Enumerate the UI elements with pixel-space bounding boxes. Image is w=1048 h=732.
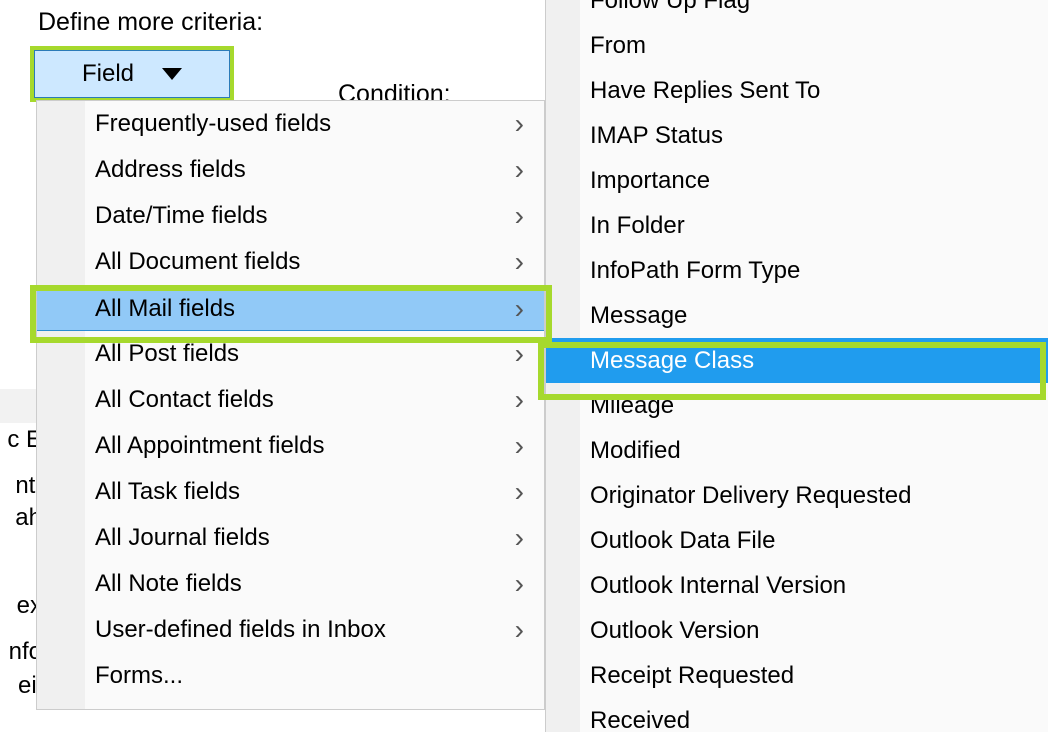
menu2-label: Originator Delivery Requested <box>590 482 911 509</box>
menu2-item[interactable]: Follow Up Flag <box>546 0 1048 23</box>
menu2-item[interactable]: Have Replies Sent To <box>546 68 1048 113</box>
menu2-label: Receipt Requested <box>590 662 794 689</box>
field-dropdown-label: Field <box>82 60 134 88</box>
menu2-label: Mileage <box>590 392 674 419</box>
menu1-label: Address fields <box>95 156 246 183</box>
menu1-label: User-defined fields in Inbox <box>95 616 386 643</box>
menu2-label: Importance <box>590 167 710 194</box>
menu1-item-forms[interactable]: Forms... <box>37 653 544 699</box>
menu1-label: All Document fields <box>95 248 300 275</box>
menu1-item-contact[interactable]: All Contact fields <box>37 377 544 423</box>
chevron-down-icon <box>162 68 182 80</box>
define-more-criteria-label: Define more criteria: <box>38 8 263 37</box>
menu2-item[interactable]: Importance <box>546 158 1048 203</box>
menu2-item[interactable]: Modified <box>546 428 1048 473</box>
menu1-label: All Note fields <box>95 570 242 597</box>
menu1-item-mail[interactable]: All Mail fields <box>37 285 544 331</box>
menu2-item[interactable]: Mileage <box>546 383 1048 428</box>
field-category-menu[interactable]: Frequently-used fields Address fields Da… <box>36 100 545 710</box>
menu2-item[interactable]: Receipt Requested <box>546 653 1048 698</box>
menu1-label: Frequently-used fields <box>95 110 331 137</box>
menu1-label: All Journal fields <box>95 524 270 551</box>
menu1-label: Forms... <box>95 662 183 689</box>
menu2-label: IMAP Status <box>590 122 723 149</box>
menu1-label: All Task fields <box>95 478 240 505</box>
menu2-label: Outlook Internal Version <box>590 572 846 599</box>
menu2-item[interactable]: Received <box>546 698 1048 732</box>
menu1-label: All Appointment fields <box>95 432 324 459</box>
menu1-item-appointment[interactable]: All Appointment fields <box>37 423 544 469</box>
menu2-label: Modified <box>590 437 681 464</box>
menu2-label: Outlook Data File <box>590 527 775 554</box>
menu1-item-note[interactable]: All Note fields <box>37 561 544 607</box>
menu1-label: All Post fields <box>95 340 239 367</box>
menu2-label: Message <box>590 302 687 329</box>
menu2-item[interactable]: Outlook Version <box>546 608 1048 653</box>
menu2-label: Received <box>590 707 690 732</box>
menu1-item-journal[interactable]: All Journal fields <box>37 515 544 561</box>
field-dropdown-button[interactable]: Field <box>34 50 230 98</box>
menu2-label: InfoPath Form Type <box>590 257 800 284</box>
menu2-item[interactable]: Outlook Data File <box>546 518 1048 563</box>
menu1-label: All Mail fields <box>95 295 235 322</box>
menu1-item-user-defined[interactable]: User-defined fields in Inbox <box>37 607 544 653</box>
menu2-item[interactable]: Originator Delivery Requested <box>546 473 1048 518</box>
menu2-item-message-class[interactable]: Message Class <box>546 338 1048 383</box>
menu2-item[interactable]: InfoPath Form Type <box>546 248 1048 293</box>
menu2-label: From <box>590 32 646 59</box>
menu2-item[interactable]: From <box>546 23 1048 68</box>
highlight-field-button: Field <box>30 46 234 102</box>
menu2-item[interactable]: In Folder <box>546 203 1048 248</box>
menu2-item[interactable]: IMAP Status <box>546 113 1048 158</box>
menu1-item-document[interactable]: All Document fields <box>37 239 544 285</box>
menu1-label: Date/Time fields <box>95 202 268 229</box>
menu1-item-task[interactable]: All Task fields <box>37 469 544 515</box>
menu2-label: Have Replies Sent To <box>590 77 820 104</box>
menu2-item[interactable]: Message <box>546 293 1048 338</box>
menu1-item-datetime[interactable]: Date/Time fields <box>37 193 544 239</box>
menu1-label: All Contact fields <box>95 386 274 413</box>
mail-field-submenu[interactable]: Follow Up Flag From Have Replies Sent To… <box>545 0 1048 732</box>
menu2-label: Outlook Version <box>590 617 759 644</box>
menu2-label: In Folder <box>590 212 685 239</box>
menu1-item-post[interactable]: All Post fields <box>37 331 544 377</box>
menu1-item-address[interactable]: Address fields <box>37 147 544 193</box>
menu2-item[interactable]: Outlook Internal Version <box>546 563 1048 608</box>
menu2-label: Message Class <box>590 347 754 374</box>
menu2-label: Follow Up Flag <box>590 0 750 14</box>
menu1-item-frequently-used[interactable]: Frequently-used fields <box>37 101 544 147</box>
